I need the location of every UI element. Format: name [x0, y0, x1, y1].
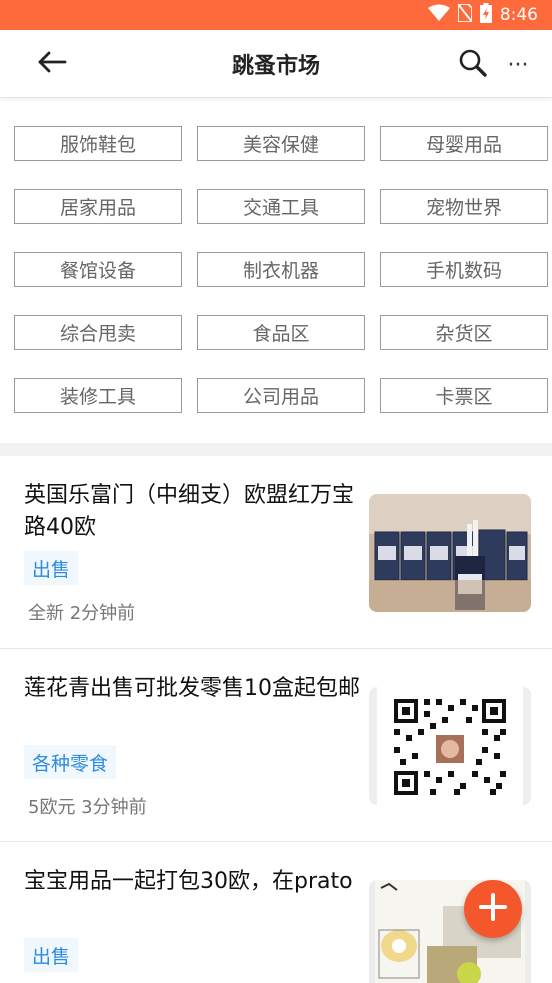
category-button[interactable]: 居家用品 [14, 189, 182, 224]
listing-item[interactable]: 莲花青出售可批发零售10盒起包邮 各种零食 5欧元 3分钟前 [0, 649, 552, 842]
category-button[interactable]: 交通工具 [197, 189, 365, 224]
category-button[interactable]: 制衣机器 [197, 252, 365, 287]
category-button[interactable]: 宠物世界 [380, 189, 548, 224]
category-button[interactable]: 卡票区 [380, 378, 548, 413]
category-button[interactable]: 杂货区 [380, 315, 548, 350]
status-bar: 8:46 [0, 0, 552, 30]
listing-item[interactable]: 英国乐富门（中细支）欧盟红万宝路40欧 出售 全新 2分钟前 [0, 456, 552, 649]
listing-tag: 各种零食 [24, 745, 117, 779]
listing-thumbnail [369, 494, 531, 612]
plus-icon [478, 892, 508, 926]
no-sim-icon [456, 3, 473, 26]
section-divider [0, 443, 552, 456]
more-button[interactable]: ··· [500, 48, 536, 82]
status-time: 8:46 [499, 5, 538, 25]
search-button[interactable] [458, 48, 492, 82]
add-listing-button[interactable] [464, 880, 522, 938]
category-button[interactable]: 食品区 [197, 315, 365, 350]
listing-tag: 出售 [24, 938, 79, 972]
category-button[interactable]: 综合甩卖 [14, 315, 182, 350]
more-icon: ··· [507, 52, 529, 78]
listing-title: 英国乐富门（中细支）欧盟红万宝路40欧 [24, 483, 355, 540]
listing-meta: 全新 2分钟前 [28, 603, 136, 624]
status-icons: 8:46 [427, 3, 538, 27]
category-button[interactable]: 装修工具 [14, 378, 182, 413]
category-button[interactable]: 公司用品 [197, 378, 365, 413]
listing-thumbnail [369, 687, 531, 805]
listing-title: 莲花青出售可批发零售10盒起包邮 [24, 676, 360, 701]
wifi-icon [427, 4, 450, 26]
battery-icon [479, 3, 492, 27]
category-button[interactable]: 母婴用品 [380, 126, 548, 161]
category-button[interactable]: 美容保健 [197, 126, 365, 161]
category-button[interactable]: 餐馆设备 [14, 252, 182, 287]
category-button[interactable]: 服饰鞋包 [14, 126, 182, 161]
category-button[interactable]: 手机数码 [380, 252, 548, 287]
listing-tag: 出售 [24, 551, 79, 585]
listing-meta: 5欧元 3分钟前 [28, 797, 147, 818]
app-bar: 跳蚤市场 ··· [0, 30, 552, 98]
listing-title: 宝宝用品一起打包30欧，在prato [24, 869, 353, 894]
search-icon [458, 49, 488, 82]
